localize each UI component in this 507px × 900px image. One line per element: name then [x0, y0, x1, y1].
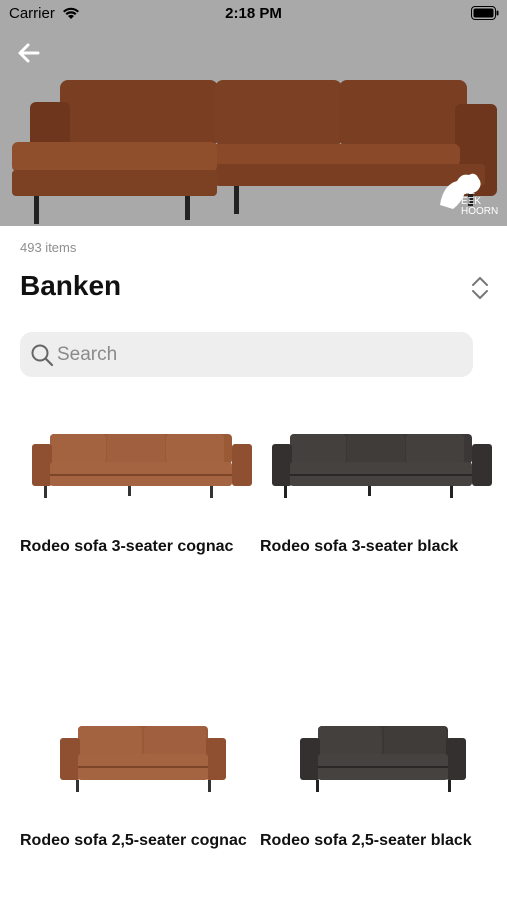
page-title: Banken	[20, 270, 122, 301]
product-card[interactable]: Rodeo sofa 3-seater cognac	[20, 400, 260, 555]
search-input[interactable]	[57, 332, 457, 377]
sort-icon[interactable]	[469, 274, 491, 302]
back-arrow-icon[interactable]	[14, 38, 44, 68]
product-image	[300, 726, 466, 792]
search-bar[interactable]	[20, 332, 473, 377]
search-icon	[31, 344, 54, 367]
product-image	[272, 434, 492, 498]
product-card[interactable]: Rodeo sofa 3-seater black	[260, 400, 500, 555]
product-name: Rodeo sofa 3-seater cognac	[20, 538, 234, 555]
hero-banner: Carrier 2:18 PM DE EEK HOORN	[0, 0, 507, 226]
brand-logo-text: DE EEK HOORN	[461, 186, 499, 217]
product-name: Rodeo sofa 2,5-seater cognac	[20, 832, 247, 849]
product-name: Rodeo sofa 3-seater black	[260, 538, 459, 555]
battery-icon	[471, 6, 499, 20]
product-image	[32, 434, 252, 498]
status-bar: Carrier 2:18 PM	[0, 0, 507, 28]
item-count: 493 items	[20, 240, 77, 255]
product-name: Rodeo sofa 2,5-seater black	[260, 832, 472, 849]
product-card[interactable]: Rodeo sofa 2,5-seater cognac	[20, 694, 260, 849]
product-image	[60, 726, 226, 792]
hero-sofa-image	[12, 80, 497, 224]
status-time: 2:18 PM	[225, 5, 282, 22]
product-card[interactable]: Rodeo sofa 2,5-seater black	[260, 694, 500, 849]
